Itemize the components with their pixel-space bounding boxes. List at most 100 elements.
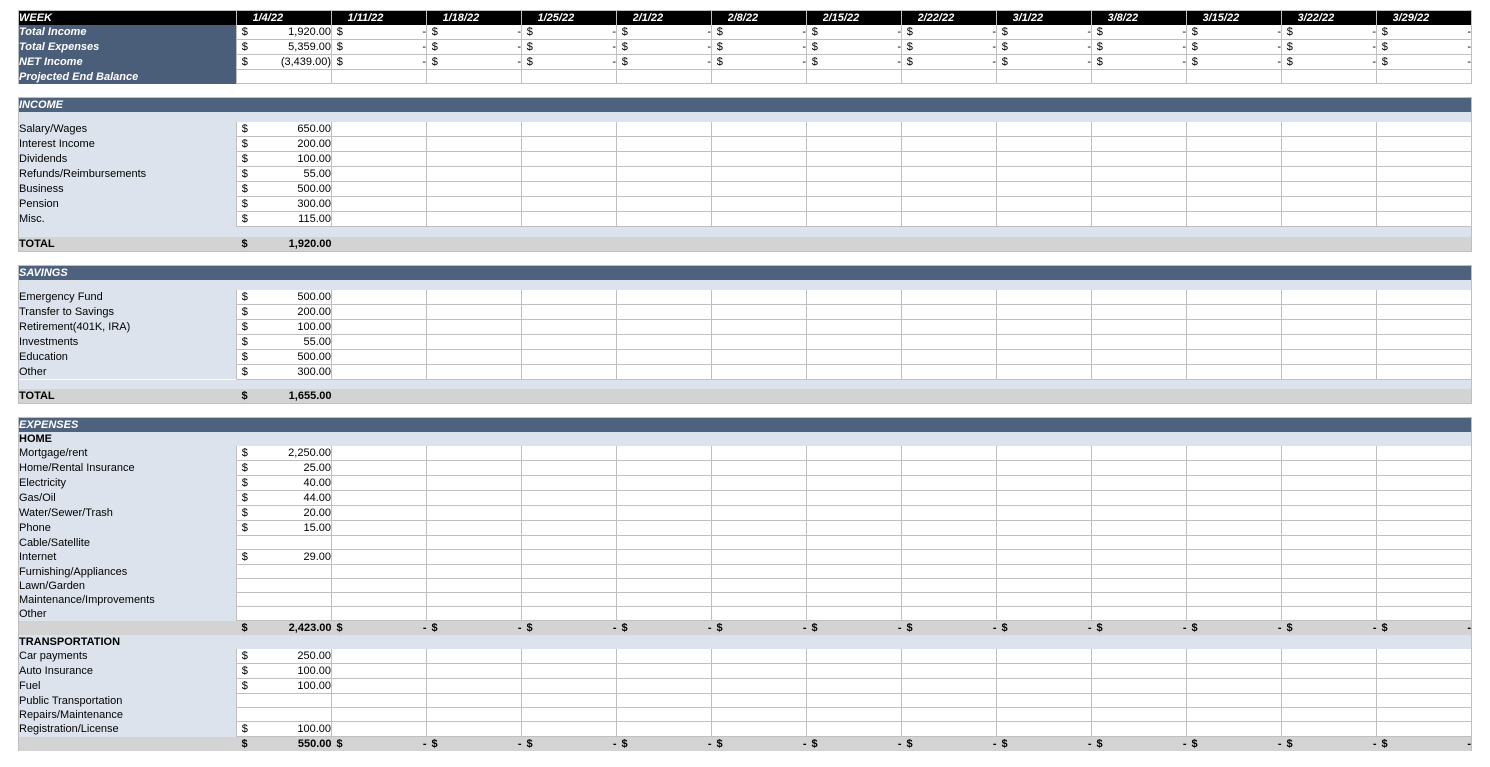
- amount-cell[interactable]: [538, 521, 617, 536]
- amount-cell[interactable]: [823, 491, 902, 506]
- amount-cell[interactable]: [823, 593, 902, 607]
- amount-cell[interactable]: [728, 593, 807, 607]
- amount-cell[interactable]: [823, 649, 902, 664]
- amount-cell[interactable]: [823, 607, 902, 621]
- amount-cell[interactable]: [348, 137, 427, 152]
- amount-cell[interactable]: [1203, 334, 1282, 349]
- amount-cell[interactable]: [348, 664, 427, 679]
- amount-cell[interactable]: [728, 290, 807, 305]
- summary-cell[interactable]: -: [1108, 25, 1187, 40]
- amount-cell[interactable]: [728, 152, 807, 167]
- amount-cell[interactable]: [633, 197, 712, 212]
- amount-cell[interactable]: [633, 364, 712, 379]
- amount-cell[interactable]: [538, 679, 617, 694]
- line-label[interactable]: Lawn/Garden: [19, 579, 237, 593]
- amount-cell[interactable]: [728, 212, 807, 227]
- amount-cell[interactable]: [1298, 607, 1377, 621]
- amount-cell[interactable]: [1203, 679, 1282, 694]
- amount-cell[interactable]: [1108, 197, 1187, 212]
- amount-cell[interactable]: [1013, 506, 1092, 521]
- amount-cell[interactable]: [1013, 521, 1092, 536]
- amount-cell[interactable]: [443, 182, 522, 197]
- amount-cell[interactable]: [633, 167, 712, 182]
- summary-cell[interactable]: -: [823, 25, 902, 40]
- amount-cell[interactable]: [1298, 446, 1377, 461]
- amount-cell[interactable]: [1013, 334, 1092, 349]
- amount-cell[interactable]: [823, 664, 902, 679]
- amount-cell[interactable]: [1013, 290, 1092, 305]
- line-label[interactable]: Home/Rental Insurance: [19, 461, 237, 476]
- summary-cell[interactable]: 1,920.00: [253, 25, 332, 40]
- summary-cell[interactable]: [1013, 70, 1092, 84]
- amount-cell[interactable]: [348, 212, 427, 227]
- amount-cell[interactable]: [1108, 491, 1187, 506]
- amount-cell[interactable]: [1298, 521, 1377, 536]
- line-label[interactable]: Education: [19, 349, 237, 364]
- line-label[interactable]: Business: [19, 182, 237, 197]
- amount-cell[interactable]: [538, 152, 617, 167]
- amount-cell[interactable]: [348, 319, 427, 334]
- amount-cell[interactable]: [1393, 664, 1472, 679]
- amount-cell[interactable]: [443, 491, 522, 506]
- amount-cell[interactable]: [728, 694, 807, 708]
- line-label[interactable]: Dividends: [19, 152, 237, 167]
- amount-cell[interactable]: [348, 182, 427, 197]
- amount-cell[interactable]: [1108, 349, 1187, 364]
- amount-cell[interactable]: [443, 565, 522, 579]
- amount-cell[interactable]: [1393, 722, 1472, 737]
- line-label[interactable]: Repairs/Maintenance: [19, 708, 237, 722]
- amount-cell[interactable]: [538, 182, 617, 197]
- amount-cell[interactable]: [1298, 550, 1377, 565]
- summary-cell[interactable]: -: [1013, 40, 1092, 55]
- amount-cell[interactable]: [728, 565, 807, 579]
- amount-cell[interactable]: [728, 364, 807, 379]
- amount-cell[interactable]: [1108, 476, 1187, 491]
- amount-cell[interactable]: [728, 506, 807, 521]
- amount-cell[interactable]: [1013, 152, 1092, 167]
- amount-cell[interactable]: [253, 708, 332, 722]
- amount-cell[interactable]: [1393, 491, 1472, 506]
- amount-cell[interactable]: [443, 506, 522, 521]
- amount-cell[interactable]: [1393, 550, 1472, 565]
- amount-cell[interactable]: [1393, 649, 1472, 664]
- amount-cell[interactable]: [538, 722, 617, 737]
- amount-cell[interactable]: [728, 607, 807, 621]
- amount-cell[interactable]: [1203, 167, 1282, 182]
- summary-cell[interactable]: -: [538, 25, 617, 40]
- amount-cell[interactable]: [1108, 593, 1187, 607]
- amount-cell[interactable]: [633, 182, 712, 197]
- amount-cell[interactable]: [633, 137, 712, 152]
- amount-cell[interactable]: [1013, 349, 1092, 364]
- amount-cell[interactable]: [1108, 137, 1187, 152]
- amount-cell[interactable]: [443, 446, 522, 461]
- amount-cell[interactable]: [1393, 197, 1472, 212]
- line-label[interactable]: Electricity: [19, 476, 237, 491]
- amount-cell[interactable]: [728, 349, 807, 364]
- amount-cell[interactable]: [443, 694, 522, 708]
- amount-cell[interactable]: [348, 708, 427, 722]
- amount-cell[interactable]: [823, 364, 902, 379]
- amount-cell[interactable]: [443, 476, 522, 491]
- amount-cell[interactable]: [633, 212, 712, 227]
- amount-cell[interactable]: [1203, 152, 1282, 167]
- amount-cell[interactable]: [538, 167, 617, 182]
- amount-cell[interactable]: [443, 722, 522, 737]
- amount-cell[interactable]: [823, 212, 902, 227]
- amount-cell[interactable]: [348, 679, 427, 694]
- amount-cell[interactable]: [823, 137, 902, 152]
- amount-cell[interactable]: [1393, 593, 1472, 607]
- amount-cell[interactable]: [633, 290, 712, 305]
- amount-cell[interactable]: [1393, 212, 1472, 227]
- line-label[interactable]: Cable/Satellite: [19, 536, 237, 550]
- amount-cell[interactable]: [1393, 461, 1472, 476]
- amount-cell[interactable]: [348, 649, 427, 664]
- summary-cell[interactable]: [443, 70, 522, 84]
- amount-cell[interactable]: [348, 506, 427, 521]
- amount-cell[interactable]: [538, 565, 617, 579]
- amount-cell[interactable]: [538, 122, 617, 137]
- amount-cell[interactable]: [633, 579, 712, 593]
- amount-cell[interactable]: [1013, 182, 1092, 197]
- summary-cell[interactable]: (3,439.00): [253, 55, 332, 70]
- amount-cell[interactable]: [253, 579, 332, 593]
- amount-cell[interactable]: [823, 565, 902, 579]
